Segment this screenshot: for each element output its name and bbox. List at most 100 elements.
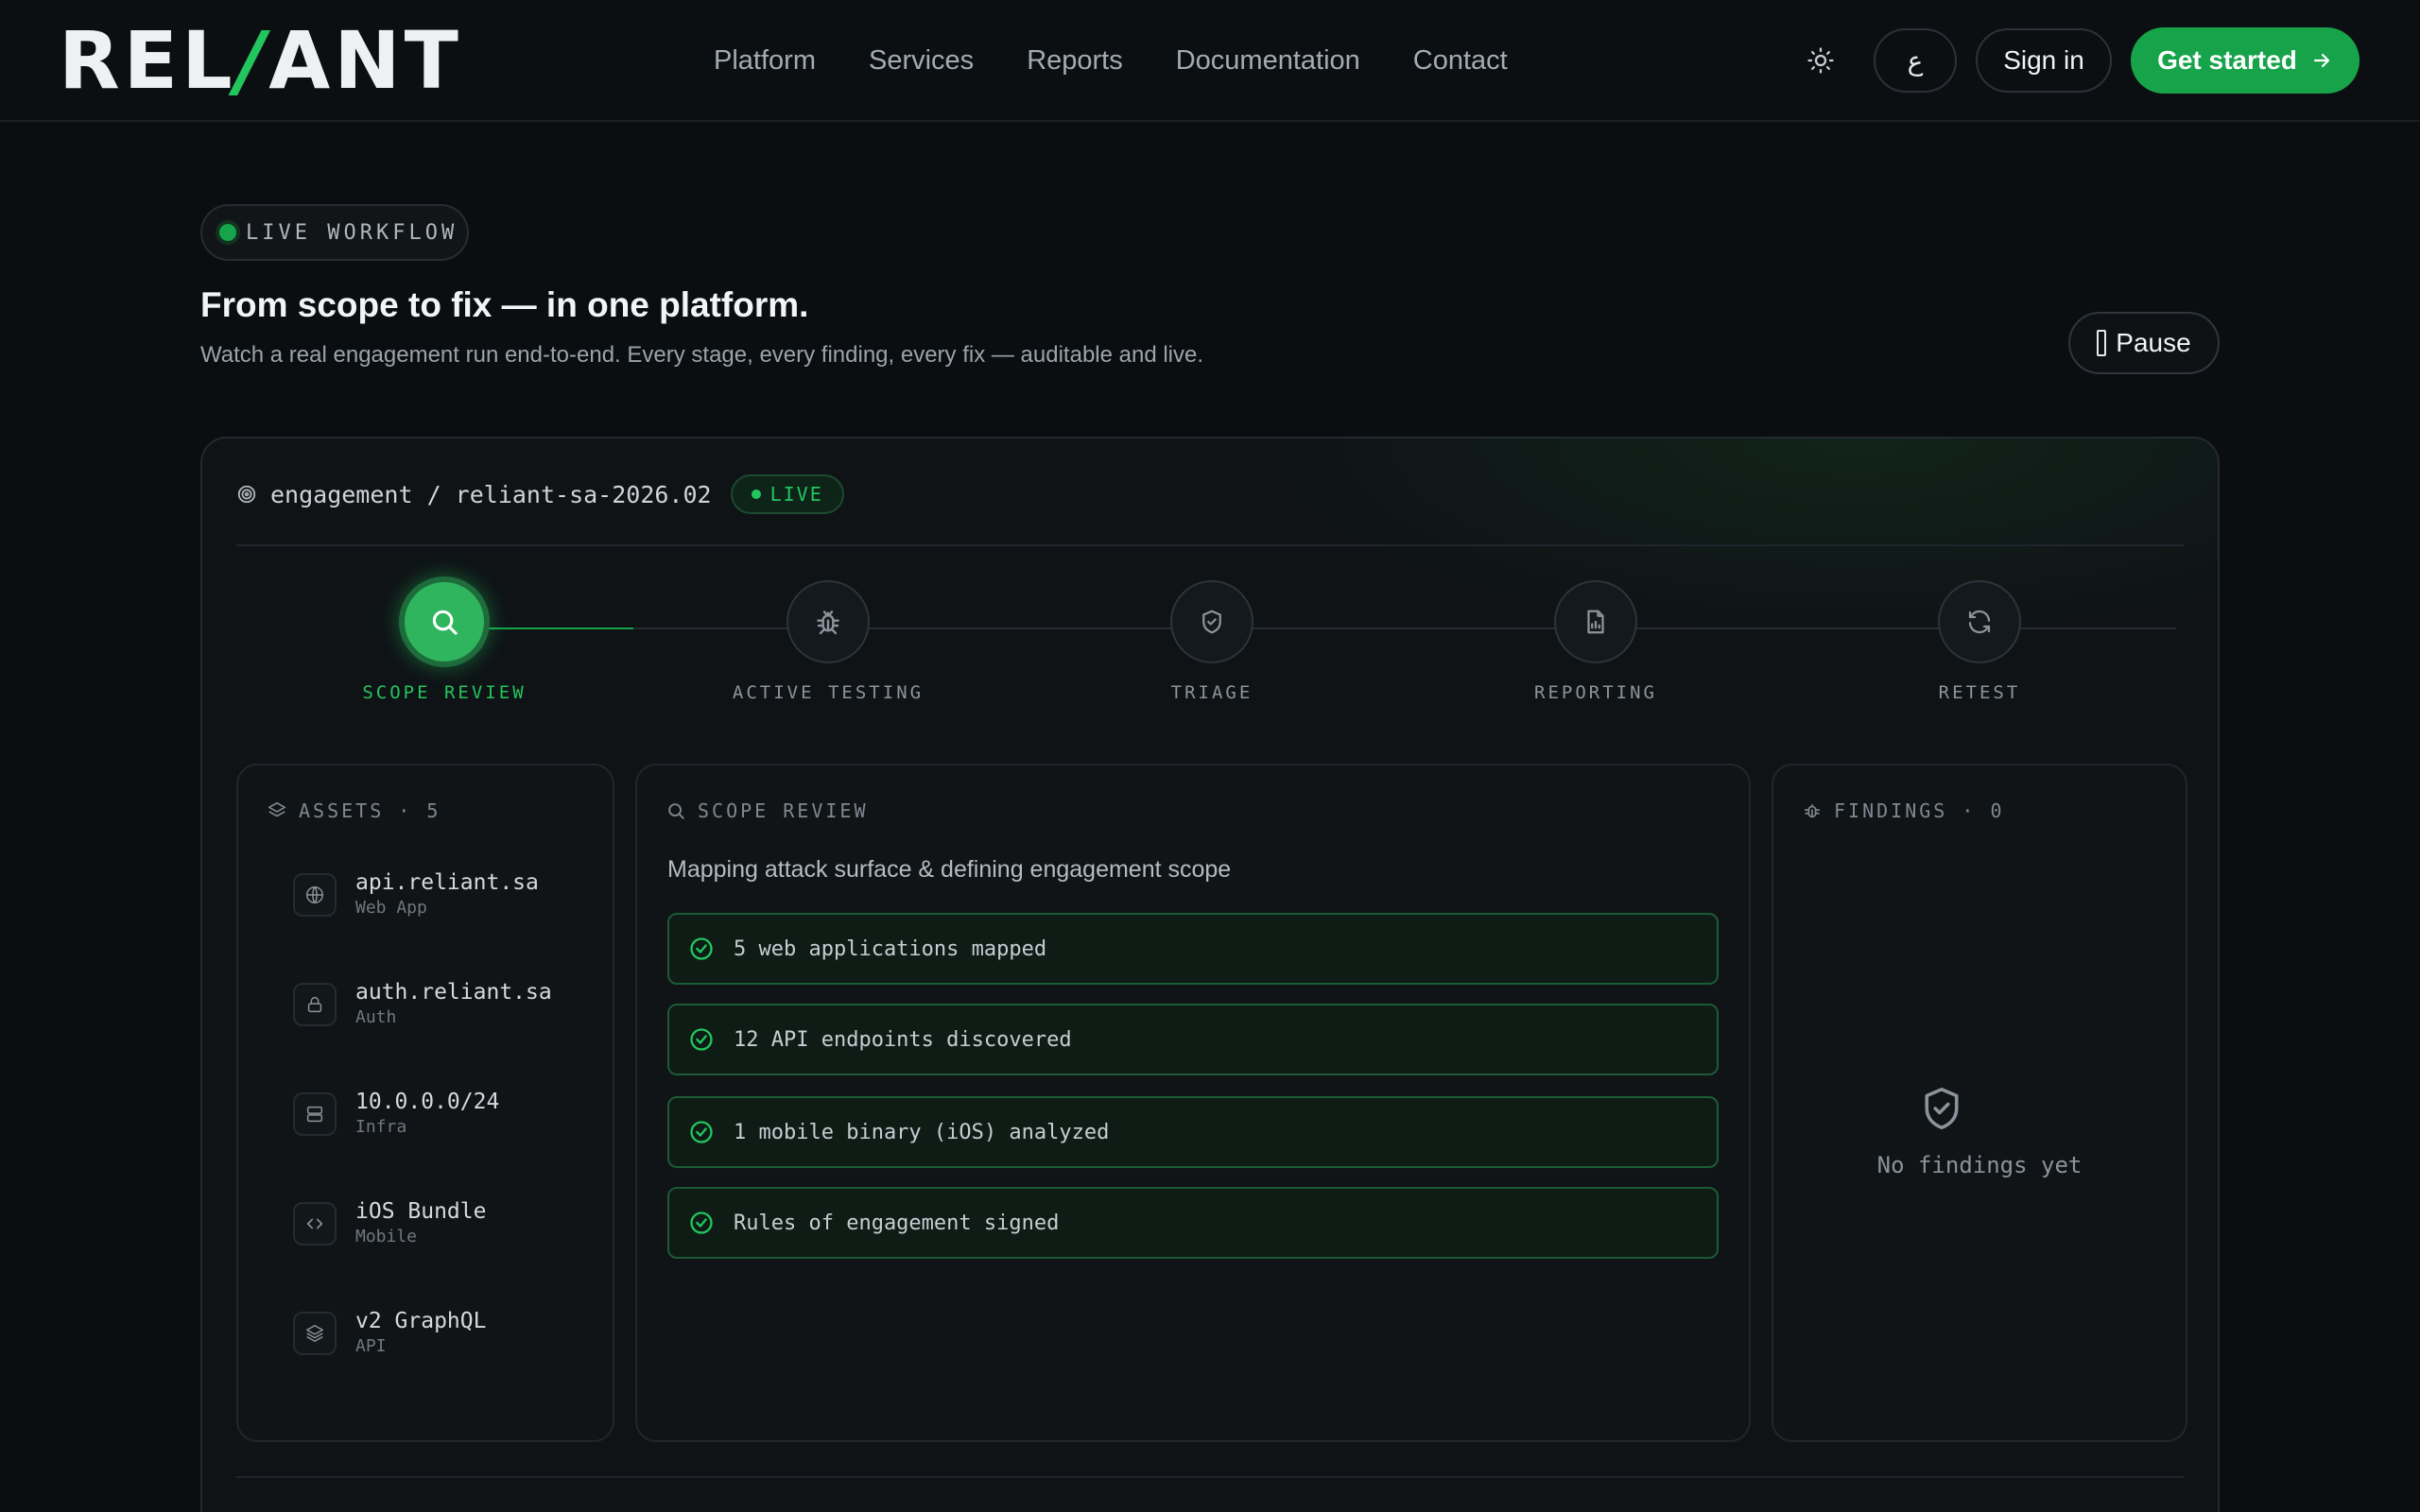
nav-documentation[interactable]: Documentation [1176,42,1360,79]
bug-icon [817,610,839,635]
asset-text: api.reliant.sa Web App [355,869,539,920]
nav-contact[interactable]: Contact [1413,42,1508,79]
page-title: From scope to fix — in one platform. [200,285,809,324]
globe-icon [306,886,323,903]
step-label: TRIAGE [1170,682,1253,703]
server-icon [306,1106,323,1123]
footer-divider [236,1476,2184,1478]
target-icon [237,485,256,504]
step-retest[interactable]: RETEST [1866,580,2093,703]
step-reporting[interactable]: REPORTING [1482,580,1709,703]
shield-check-icon [1925,1087,1959,1130]
pause-icon [2097,330,2107,356]
bug-icon [1804,803,1821,818]
asset-type: Mobile [355,1227,418,1246]
asset-icon-box [293,1312,337,1355]
layers-icon [306,1325,323,1342]
step-triage[interactable]: TRIAGE [1098,580,1325,703]
step-scope-review[interactable]: SCOPE REVIEW [331,576,558,703]
theme-toggle-button[interactable] [1804,43,1838,77]
check-circle-icon [690,1028,713,1051]
scope-title-label: SCOPE REVIEW [698,799,869,822]
step-label: REPORTING [1534,682,1657,703]
top-navbar: REL/ANT Platform Services Reports Docume… [0,0,2420,122]
asset-text: 10.0.0.0/24 Infra [355,1089,499,1140]
scope-check-item: 1 mobile binary (iOS) analyzed [667,1096,1719,1168]
asset-name: v2 GraphQL [355,1309,487,1333]
findings-title-label: FINDINGS · 0 [1834,799,2005,822]
scope-check-label: Rules of engagement signed [734,1211,1060,1235]
scope-check-label: 5 web applications mapped [734,936,1047,961]
get-started-label: Get started [2157,45,2297,75]
asset-item[interactable]: v2 GraphQL API [293,1308,486,1359]
lock-icon [307,996,322,1013]
sun-icon [1807,47,1834,74]
asset-item[interactable]: api.reliant.sa Web App [293,869,539,920]
asset-type: API [355,1336,387,1356]
header-divider [236,544,2184,546]
step-circle [1170,580,1253,663]
language-button[interactable]: ع [1874,28,1957,93]
workflow-stepper: SCOPE REVIEW ACTIVE TESTING TRIAGE REPOR… [202,576,2221,722]
pause-label: Pause [2116,328,2191,357]
nav-reports[interactable]: Reports [1027,42,1123,79]
page-subtitle: Watch a real engagement run end-to-end. … [200,342,1204,368]
findings-empty-state: No findings yet [1773,1083,2186,1178]
nav-platform[interactable]: Platform [714,42,816,79]
step-circle [1554,580,1637,663]
assets-panel: ASSETS · 5 api.reliant.sa Web App auth.r… [236,764,614,1442]
shield-check-icon [1202,610,1221,634]
scope-review-panel: SCOPE REVIEW Mapping attack surface & de… [635,764,1751,1442]
asset-icon-box [293,1092,337,1136]
engagement-header: engagement / reliant-sa-2026.02 LIVE [236,474,844,514]
asset-icon-box [293,983,337,1026]
asset-type: Auth [355,1007,397,1027]
check-circle-icon [690,1211,713,1234]
logo-text-start: REL [59,14,236,107]
scope-check-item: 5 web applications mapped [667,913,1719,985]
asset-text: iOS Bundle Mobile [355,1198,486,1249]
code-icon [306,1218,323,1229]
check-circle-icon [690,937,713,960]
nav-services[interactable]: Services [869,42,974,79]
asset-name: iOS Bundle [355,1199,487,1224]
asset-item[interactable]: auth.reliant.sa Auth [293,979,552,1030]
status-dot [751,490,761,499]
step-circle [399,576,490,667]
scope-check-label: 1 mobile binary (iOS) analyzed [734,1120,1110,1144]
sign-in-button[interactable]: Sign in [1976,28,2112,93]
asset-item[interactable]: 10.0.0.0/24 Infra [293,1089,499,1140]
engagement-card: engagement / reliant-sa-2026.02 LIVE SCO… [200,437,2220,1512]
engagement-path: engagement / reliant-sa-2026.02 [270,480,712,508]
findings-panel-title: FINDINGS · 0 [1802,799,2005,822]
asset-name: 10.0.0.0/24 [355,1090,500,1114]
step-label: RETEST [1938,682,2021,703]
findings-empty-label: No findings yet [1876,1152,2083,1178]
live-workflow-label: LIVE WORKFLOW [246,220,458,245]
asset-item[interactable]: iOS Bundle Mobile [293,1198,486,1249]
status-label: LIVE [769,483,823,506]
status-badge: LIVE [730,474,844,514]
scope-panel-title: SCOPE REVIEW [666,799,869,822]
step-label: SCOPE REVIEW [362,682,527,703]
asset-name: api.reliant.sa [355,870,539,895]
refresh-icon [1968,610,1991,634]
live-dot [219,224,236,241]
assets-panel-title: ASSETS · 5 [267,799,441,822]
step-active-testing[interactable]: ACTIVE TESTING [715,580,942,703]
logo-slash: / [235,14,269,107]
assets-title-label: ASSETS · 5 [299,799,441,822]
asset-icon-box [293,873,337,917]
asset-icon-box [293,1202,337,1246]
arrow-right-icon [2313,53,2330,68]
scope-description: Mapping attack surface & defining engage… [667,856,1232,883]
main-nav: Platform Services Reports Documentation … [714,42,1508,79]
asset-text: auth.reliant.sa Auth [355,979,552,1030]
step-label: ACTIVE TESTING [732,682,925,703]
asset-type: Web App [355,898,427,918]
reliant-logo[interactable]: REL/ANT [59,21,462,100]
scope-check-label: 12 API endpoints discovered [734,1027,1072,1052]
layers-icon [268,801,286,817]
get-started-button[interactable]: Get started [2131,27,2360,94]
pause-button[interactable]: Pause [2068,312,2220,374]
